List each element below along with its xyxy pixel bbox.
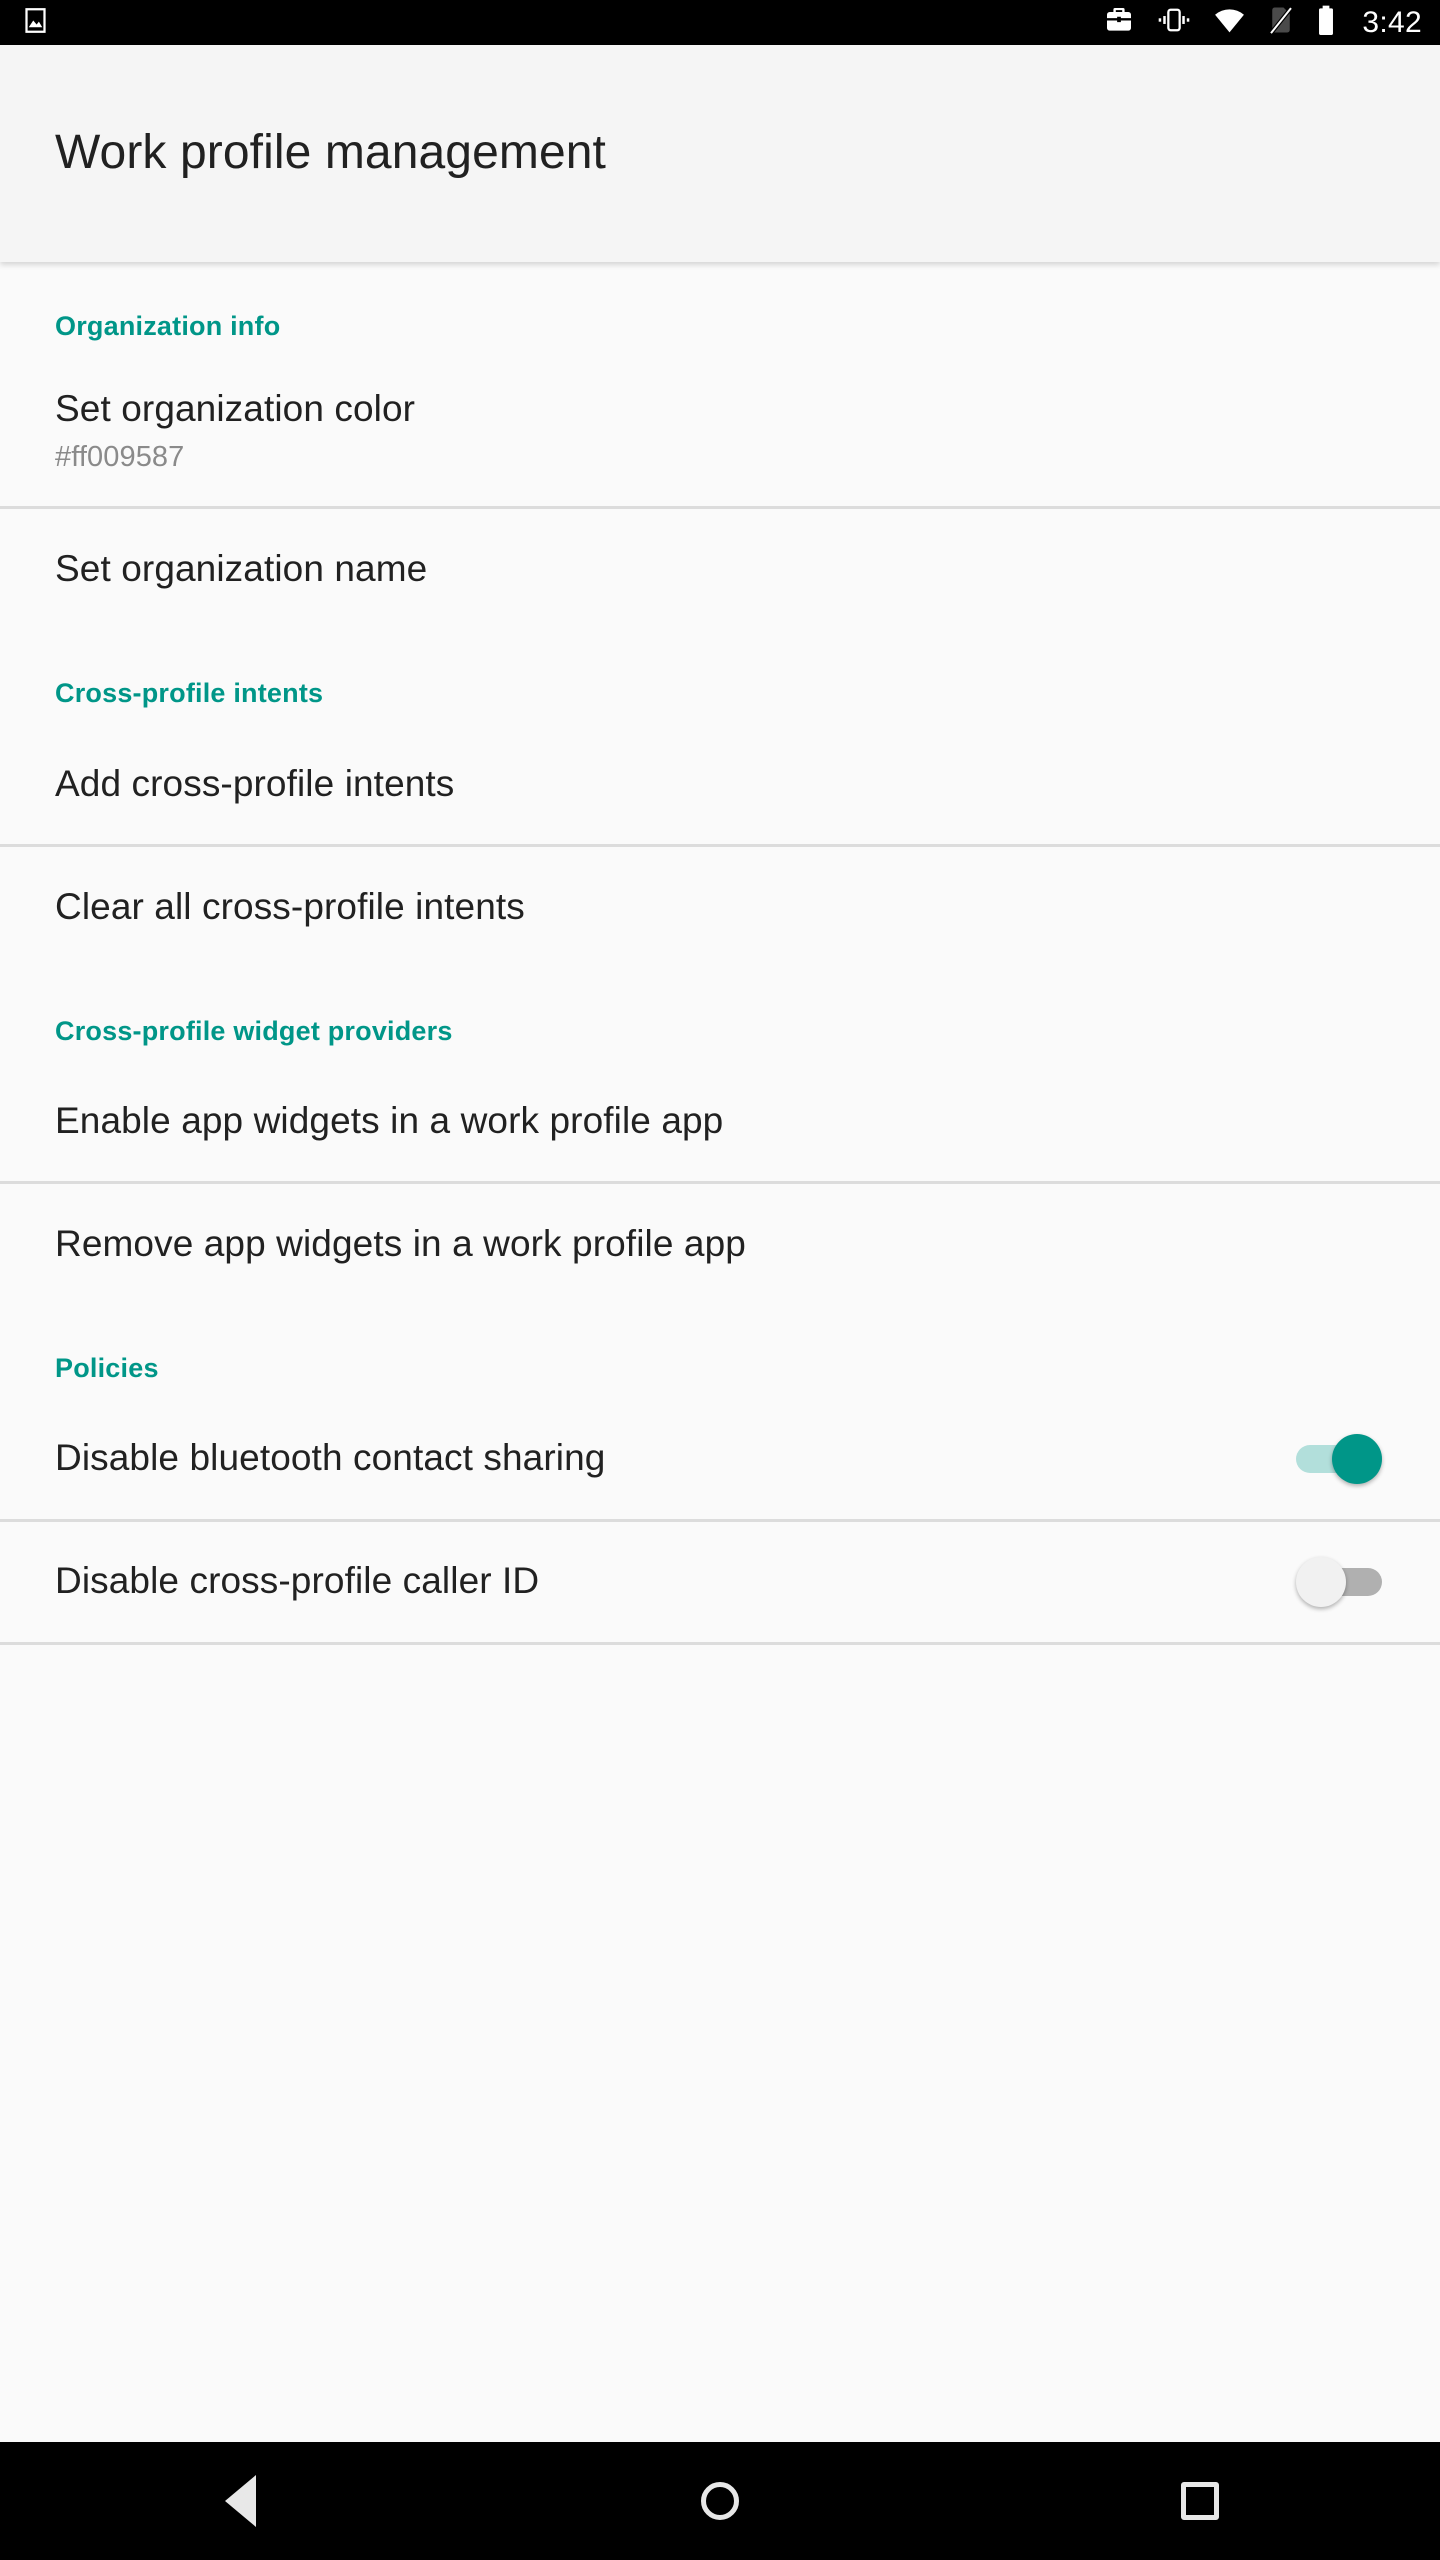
preference-text: Set organization name	[55, 546, 1400, 592]
home-button[interactable]	[630, 2442, 810, 2560]
preference-title: Set organization color	[55, 386, 1400, 432]
preference-title: Set organization name	[55, 546, 1400, 592]
section-header-label: Policies	[55, 1352, 1385, 1384]
status-bar-notifications	[22, 7, 49, 39]
preference-row-disable-cross-profile-caller-id[interactable]: Disable cross-profile caller ID	[0, 1522, 1440, 1642]
preference-text: Disable cross-profile caller ID	[55, 1558, 1296, 1604]
section-header-cross-profile-intents: Cross-profile intents	[0, 629, 1440, 723]
preference-row-set-organization-name[interactable]: Set organization name	[0, 509, 1440, 629]
vibrate-mode-icon	[1157, 5, 1191, 40]
preference-text: Add cross-profile intents	[55, 761, 1400, 807]
page-title: Work profile management	[55, 127, 606, 180]
section-header-label: Organization info	[55, 310, 1385, 342]
preference-text: Enable app widgets in a work profile app	[55, 1098, 1400, 1144]
preference-title: Add cross-profile intents	[55, 761, 1400, 807]
section-header-label: Cross-profile widget providers	[55, 1015, 1385, 1047]
section-header-label: Cross-profile intents	[55, 677, 1385, 709]
preference-title: Remove app widgets in a work profile app	[55, 1221, 1400, 1267]
preference-text: Clear all cross-profile intents	[55, 884, 1400, 930]
switch-disable-cross-profile-caller-id[interactable]	[1296, 1551, 1382, 1613]
system-navigation-bar	[0, 2442, 1440, 2560]
section-header-policies: Policies	[0, 1304, 1440, 1398]
preference-row-add-cross-profile-intents[interactable]: Add cross-profile intents	[0, 724, 1440, 844]
switch-disable-bluetooth-contact-sharing[interactable]	[1296, 1428, 1382, 1490]
list-divider	[0, 1642, 1440, 1645]
preference-row-clear-all-cross-profile-intents[interactable]: Clear all cross-profile intents	[0, 847, 1440, 967]
preference-title: Disable bluetooth contact sharing	[55, 1435, 1296, 1481]
preference-summary: #ff009587	[55, 439, 1400, 477]
preference-title: Clear all cross-profile intents	[55, 884, 1400, 930]
preference-text: Set organization color #ff009587	[55, 386, 1400, 476]
status-bar-system-icons: 3:42	[1103, 4, 1422, 41]
preference-row-remove-app-widgets[interactable]: Remove app widgets in a work profile app	[0, 1184, 1440, 1304]
preference-row-disable-bluetooth-contact-sharing[interactable]: Disable bluetooth contact sharing	[0, 1399, 1440, 1519]
screenshot-image-icon	[22, 7, 49, 39]
preference-row-enable-app-widgets[interactable]: Enable app widgets in a work profile app	[0, 1061, 1440, 1181]
back-triangle-icon	[225, 2475, 256, 2527]
preference-title: Disable cross-profile caller ID	[55, 1558, 1296, 1604]
battery-full-icon	[1316, 5, 1336, 41]
switch-thumb	[1296, 1557, 1346, 1607]
wifi-icon	[1213, 6, 1246, 39]
status-bar-clock: 3:42	[1362, 8, 1422, 38]
app-bar: Work profile management	[0, 45, 1440, 262]
status-bar: 3:42	[0, 0, 1440, 45]
section-header-cross-profile-widget-providers: Cross-profile widget providers	[0, 967, 1440, 1061]
preference-list[interactable]: Organization info Set organization color…	[0, 262, 1440, 2442]
preference-text: Remove app widgets in a work profile app	[55, 1221, 1400, 1267]
recents-square-icon	[1181, 2482, 1219, 2520]
section-header-organization-info: Organization info	[0, 262, 1440, 356]
back-button[interactable]	[150, 2442, 330, 2560]
work-profile-briefcase-icon	[1103, 4, 1135, 41]
preference-text: Disable bluetooth contact sharing	[55, 1435, 1296, 1481]
switch-thumb	[1332, 1434, 1382, 1484]
preference-row-set-organization-color[interactable]: Set organization color #ff009587	[0, 356, 1440, 506]
home-circle-icon	[701, 2482, 739, 2520]
recents-button[interactable]	[1110, 2442, 1290, 2560]
preference-title: Enable app widgets in a work profile app	[55, 1098, 1400, 1144]
no-sim-icon	[1268, 5, 1294, 40]
